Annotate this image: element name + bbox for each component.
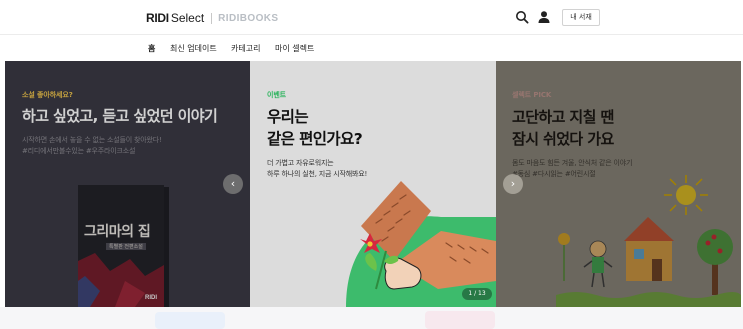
slide-description: 시작하면 손에서 놓을 수 없는 소설들이 찾아왔다! #리디에서만볼수있는 #…: [22, 135, 162, 157]
event-illustration: [346, 181, 496, 307]
slide-headline: 하고 싶었고, 듣고 싶었던 이야기: [22, 107, 218, 125]
section-preview-blob: [155, 312, 225, 329]
slide-headline: 고단하고 지칠 땐 잠시 쉬었다 가요: [512, 106, 614, 150]
carousel-prev-button[interactable]: ‹: [223, 174, 243, 194]
slide-headline-line: 같은 편인가요?: [267, 130, 363, 148]
nav-item-latest-updates[interactable]: 최신 업데이트: [170, 43, 217, 54]
brand-select: Select: [170, 11, 205, 25]
slide-description-line: 시작하면 손에서 놓을 수 없는 소설들이 찾아왔다!: [22, 136, 162, 144]
ridibooks-link[interactable]: RIDIBOOKS: [218, 13, 278, 24]
crayon-drawing-illustration: [556, 175, 741, 307]
brand-divider: [211, 12, 213, 24]
section-preview-blob: [425, 311, 495, 329]
book-cover-publisher: RIDI: [145, 295, 157, 301]
next-section-preview: [0, 307, 743, 329]
slide-eyebrow: 소설 좋아하세요?: [22, 91, 73, 99]
carousel-next-button[interactable]: ›: [503, 174, 523, 194]
brand-ridi: RIDI: [146, 11, 169, 25]
slide-headline-line: 잠시 쉬었다 가요: [512, 130, 614, 148]
ridi-select-logo[interactable]: RIDI Select RIDIBOOKS: [146, 10, 278, 26]
carousel-slide-select-pick[interactable]: 셀렉트 PICK 고단하고 지칠 땐 잠시 쉬었다 가요 몸도 마음도 힘든 겨…: [496, 61, 741, 307]
book-cover-title: 그리마의 집: [84, 224, 151, 240]
carousel-slide-novel[interactable]: 소설 좋아하세요? 하고 싶었고, 듣고 싶었던 이야기 시작하면 손에서 놓을…: [5, 61, 250, 307]
book-cover-subtitle: 특별판 전편소설: [106, 243, 146, 250]
chevron-left-icon: ‹: [230, 177, 236, 190]
slide-description-line: #리디에서만볼수있는 #우주라이크소설: [22, 147, 136, 155]
slide-headline: 우리는 같은 편인가요?: [267, 106, 363, 150]
chevron-right-icon: ›: [510, 177, 516, 190]
slide-eyebrow: 이벤트: [267, 91, 287, 99]
slide-description-line: 몸도 마음도 힘든 겨울, 안식처 같은 이야기: [512, 159, 633, 167]
user-icon[interactable]: [537, 10, 551, 24]
carousel-slide-event[interactable]: 이벤트 우리는 같은 편인가요? 더 가볍고 자유로워지는 하루 하나의 실천,…: [250, 61, 496, 307]
nav-item-categories[interactable]: 카테고리: [231, 43, 260, 54]
slide-eyebrow: 셀렉트 PICK: [512, 91, 552, 99]
slide-headline-line: 고단하고 지칠 땐: [512, 108, 614, 126]
my-library-button[interactable]: 내 서재: [562, 9, 600, 26]
main-nav: 홈 최신 업데이트 카테고리 마이 셀렉트: [0, 35, 743, 61]
hero-carousel: 소설 좋아하세요? 하고 싶었고, 듣고 싶었던 이야기 시작하면 손에서 놓을…: [5, 61, 741, 307]
top-header: RIDI Select RIDIBOOKS 내 서재: [0, 0, 743, 35]
slide-headline-line: 우리는: [267, 108, 309, 126]
search-icon[interactable]: [515, 10, 529, 24]
nav-item-home[interactable]: 홈: [148, 43, 155, 54]
slide-description-line: 더 가볍고 자유로워지는: [267, 159, 334, 167]
nav-item-my-select[interactable]: 마이 셀렉트: [275, 43, 314, 54]
carousel-pager: 1 / 13: [462, 288, 492, 300]
